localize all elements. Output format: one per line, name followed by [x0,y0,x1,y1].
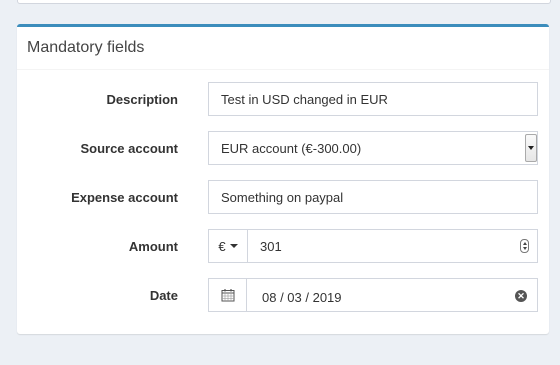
caret-down-icon [229,244,238,248]
description-value: Test in USD changed in EUR [221,91,388,107]
previous-box-edge [17,0,551,4]
mandatory-fields-box: Mandatory fields Description Test in USD… [17,24,549,334]
currency-symbol: € [218,238,226,254]
expense-account-input[interactable]: Something on paypal [208,180,538,214]
chevron-down-icon[interactable] [525,134,537,162]
currency-dropdown-button[interactable]: € [208,229,248,263]
expense-account-value: Something on paypal [221,189,344,205]
source-account-value: EUR account (€-300.00) [221,140,362,156]
clear-icon[interactable]: ✕ [515,290,527,302]
number-stepper-icon[interactable] [520,239,529,253]
amount-label: Amount [128,238,178,254]
source-account-label: Source account [80,140,178,156]
amount-value: 301 [260,238,282,254]
date-label: Date [149,287,178,303]
date-input[interactable]: 08 / 03 / 2019 ✕ [246,278,538,312]
amount-input[interactable]: 301 [247,229,538,263]
source-account-select[interactable]: EUR account (€-300.00) [208,131,538,165]
calendar-addon [208,278,247,312]
expense-account-label: Expense account [71,189,178,205]
description-label: Description [106,91,178,107]
description-row: Description Test in USD changed in EUR [17,82,549,116]
expense-account-row: Expense account Something on paypal [17,180,549,214]
source-account-row: Source account EUR account (€-300.00) [17,131,549,165]
box-title: Mandatory fields [17,27,549,70]
date-row: Date 08 / 03 / 2019 ✕ [17,278,549,312]
calendar-icon [221,289,234,302]
amount-row: Amount € 301 [17,229,549,263]
date-value: 08 / 03 / 2019 [262,289,342,305]
description-input[interactable]: Test in USD changed in EUR [208,82,538,116]
